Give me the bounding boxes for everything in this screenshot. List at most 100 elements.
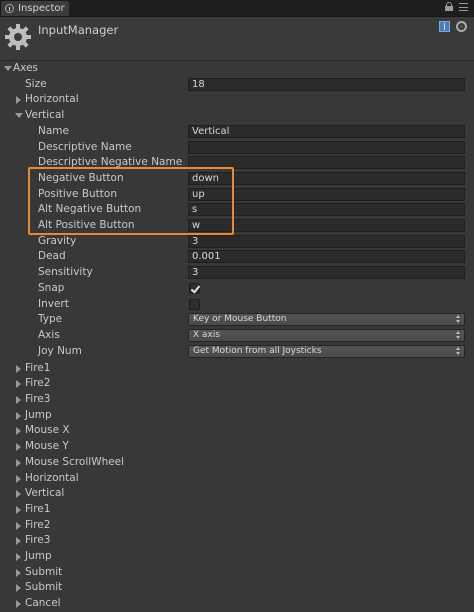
chevron-right-icon[interactable] — [16, 537, 21, 546]
axis-foldout[interactable]: Mouse Y — [0, 439, 474, 455]
axis-foldout[interactable]: Submit — [0, 580, 474, 596]
chevron-right-icon[interactable] — [16, 474, 21, 483]
chevron-down-icon[interactable] — [15, 113, 23, 119]
axis-label: Fire3 — [25, 393, 51, 405]
joy-num-dropdown[interactable]: Get Motion from all Joysticks — [188, 344, 465, 358]
descriptive-negative-name-label: Descriptive Negative Name — [38, 156, 183, 169]
axis-label: Vertical — [25, 487, 65, 500]
menu-icon[interactable] — [459, 2, 468, 11]
type-label: Type — [38, 313, 63, 326]
tab-label: Inspector — [18, 3, 65, 14]
axis-foldout[interactable]: Cancel — [0, 596, 474, 612]
negative-button-row: Negative Button down — [0, 171, 474, 187]
snap-label: Snap — [38, 281, 65, 294]
chevron-right-icon[interactable] — [16, 458, 21, 467]
book-icon[interactable] — [439, 21, 450, 32]
axis-foldout[interactable]: Fire1 — [0, 502, 474, 518]
size-label: Size — [25, 77, 47, 90]
type-dropdown[interactable]: Key or Mouse Button — [188, 313, 465, 327]
joy-num-value: Get Motion from all Joysticks — [193, 345, 322, 356]
negative-button-field[interactable]: down — [188, 171, 465, 185]
axis-label: Cancel — [25, 597, 61, 610]
chevron-right-icon[interactable] — [16, 490, 21, 499]
axis-label: Submit — [25, 565, 63, 578]
dead-field[interactable]: 0.001 — [188, 250, 465, 264]
axis-foldout[interactable]: Jump — [0, 549, 474, 565]
alt-negative-button-field[interactable]: s — [188, 203, 465, 217]
axis-foldout[interactable]: Fire3 — [0, 533, 474, 549]
chevron-right-icon[interactable] — [16, 443, 21, 452]
positive-button-label: Positive Button — [38, 187, 117, 200]
axis-foldout[interactable]: Horizontal — [0, 471, 474, 487]
alt-positive-button-field[interactable]: w — [188, 219, 465, 232]
gravity-field[interactable]: 3 — [188, 234, 465, 248]
descriptive-negative-name-field[interactable] — [188, 156, 465, 170]
snap-checkbox[interactable] — [189, 282, 201, 294]
name-field[interactable]: Vertical — [188, 124, 465, 138]
chevron-right-icon[interactable] — [16, 411, 21, 420]
tab-controls — [445, 2, 468, 11]
descriptive-name-label: Descriptive Name — [38, 140, 132, 153]
gear-small-icon[interactable] — [456, 21, 467, 32]
axis-foldout-vertical[interactable]: Vertical — [0, 108, 474, 124]
chevron-right-icon[interactable] — [16, 521, 21, 530]
sensitivity-row: Sensitivity 3 — [0, 265, 474, 281]
gravity-label: Gravity — [38, 234, 77, 247]
axis-dropdown[interactable]: X axis — [188, 328, 465, 342]
chevron-right-icon[interactable] — [16, 553, 21, 561]
axis-foldout[interactable]: Fire2 — [0, 376, 474, 392]
axis-label: Horizontal — [25, 93, 79, 106]
chevron-right-icon[interactable] — [16, 96, 21, 105]
snap-row: Snap — [0, 281, 474, 297]
chevron-right-icon[interactable] — [16, 364, 21, 373]
axis-label: Mouse X — [25, 424, 70, 437]
joy-num-label: Joy Num — [38, 344, 82, 357]
axis-foldout[interactable]: Fire2 — [0, 518, 474, 534]
type-value: Key or Mouse Button — [193, 314, 287, 325]
chevron-down-icon[interactable] — [4, 66, 12, 71]
axis-foldout[interactable]: Vertical — [0, 486, 474, 502]
dead-label: Dead — [38, 250, 66, 263]
axis-label: Fire2 — [25, 377, 51, 390]
sensitivity-field[interactable]: 3 — [188, 266, 465, 280]
size-field[interactable]: 18 — [188, 77, 465, 91]
sensitivity-label: Sensitivity — [38, 266, 93, 279]
dropdown-arrow-icon — [456, 315, 461, 324]
axis-label: Jump — [25, 408, 52, 421]
descriptive-name-field[interactable] — [188, 140, 465, 154]
checkmark-icon — [190, 283, 201, 294]
alt-positive-button-label: Alt Positive Button — [38, 219, 135, 231]
dropdown-arrow-icon — [456, 330, 461, 340]
chevron-right-icon[interactable] — [16, 427, 21, 436]
axis-label: Fire3 — [25, 534, 51, 547]
invert-label: Invert — [38, 297, 69, 310]
chevron-right-icon[interactable] — [16, 396, 21, 404]
axis-foldout[interactable]: Mouse ScrollWheel — [0, 455, 474, 471]
chevron-right-icon[interactable] — [16, 380, 21, 389]
alt-positive-button-row: Alt Positive Button w — [0, 218, 474, 234]
negative-button-label: Negative Button — [38, 171, 124, 184]
name-row: Name Vertical — [0, 124, 474, 140]
invert-checkbox[interactable] — [189, 298, 200, 310]
axis-foldout[interactable]: Fire1 — [0, 361, 474, 377]
axis-label: Mouse Y — [25, 440, 69, 453]
chevron-right-icon[interactable] — [16, 584, 21, 593]
dropdown-arrow-icon — [456, 346, 461, 356]
gravity-row: Gravity 3 — [0, 234, 474, 250]
tab-inspector[interactable]: Inspector — [0, 0, 70, 16]
axis-value: X axis — [193, 329, 221, 340]
info-icon — [5, 4, 14, 13]
axis-foldout[interactable]: Fire3 — [0, 392, 474, 408]
axis-foldout[interactable]: Jump — [0, 408, 474, 424]
inspector-header: InputManager — [0, 17, 474, 61]
axis-foldout[interactable]: Submit — [0, 565, 474, 581]
axes-foldout[interactable]: Axes — [0, 61, 474, 77]
lock-icon[interactable] — [445, 2, 453, 11]
axis-foldout[interactable]: Mouse X — [0, 423, 474, 439]
axes-size-row: Size 18 — [0, 77, 474, 93]
axis-label: Vertical — [25, 109, 65, 122]
axis-foldout-horizontal[interactable]: Horizontal — [0, 92, 474, 108]
chevron-right-icon[interactable] — [16, 505, 21, 514]
chevron-right-icon[interactable] — [16, 568, 21, 577]
positive-button-field[interactable]: up — [188, 187, 465, 201]
